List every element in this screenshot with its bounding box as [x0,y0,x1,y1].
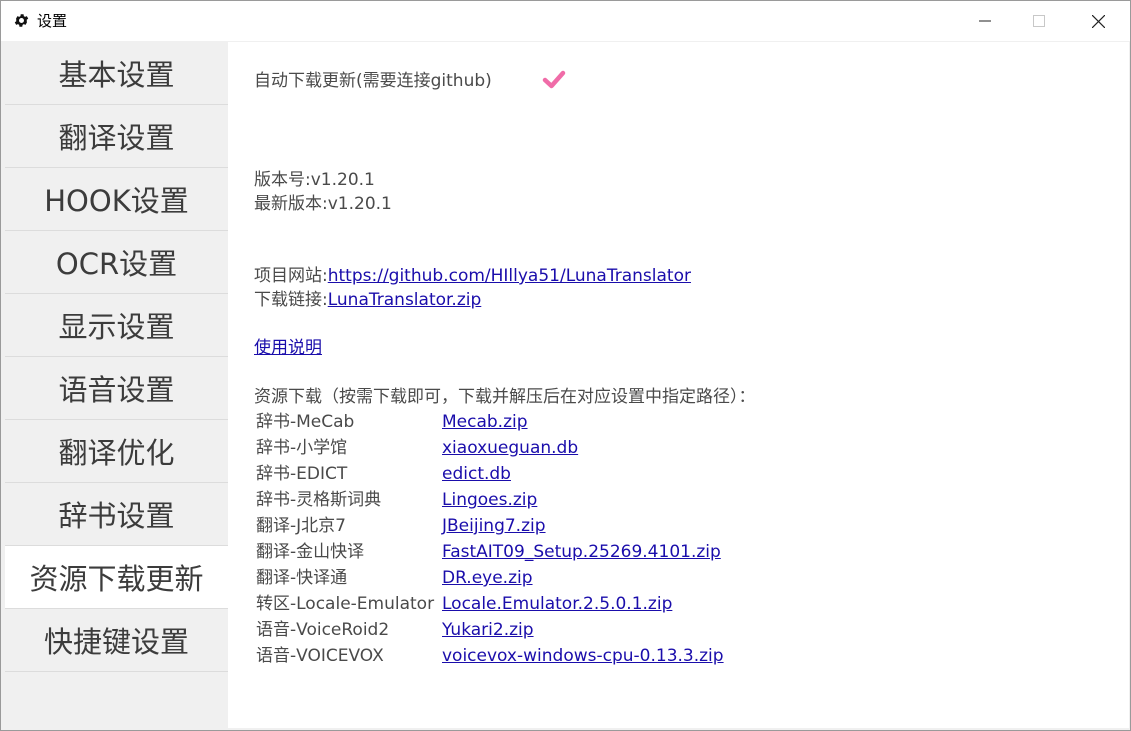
sidebar-item-resource-download-update[interactable]: 资源下载更新 [5,546,228,609]
resource-download-panel: 自动下载更新(需要连接github) 版本号:v1.20.1 最新版本:v1.2… [228,42,1129,728]
resource-name: 转区-Locale-Emulator [256,594,435,614]
resource-link[interactable]: Locale.Emulator.2.5.0.1.zip [442,594,672,614]
resource-name: 翻译-快译通 [256,568,348,588]
auto-update-label: 自动下载更新(需要连接github) [254,71,492,91]
minimize-button[interactable] [956,1,1014,41]
resource-name: 辞书-MeCab [256,412,355,432]
resource-link[interactable]: edict.db [442,464,511,484]
resource-row: 翻译-快译通 DR.eye.zip [256,567,533,589]
usage-link[interactable]: 使用说明 [254,338,322,358]
project-site-row: 项目网站:https://github.com/HIllya51/LunaTra… [254,265,691,287]
resource-link[interactable]: xiaoxueguan.db [442,438,578,458]
settings-sidebar: 基本设置 翻译设置 HOOK设置 OCR设置 显示设置 语音设置 翻译优化 辞书… [5,42,228,728]
resource-row: 翻译-金山快译 FastAIT09_Setup.25269.4101.zip [256,541,721,563]
download-link-label: 下载链接: [254,290,328,310]
maximize-icon [1033,15,1045,27]
resource-row: 转区-Locale-Emulator Locale.Emulator.2.5.0.… [256,593,672,615]
resource-link[interactable]: Mecab.zip [442,412,528,432]
auto-update-checkbox[interactable] [542,70,566,90]
resource-name: 辞书-灵格斯词典 [256,490,382,510]
window-title: 设置 [37,12,68,30]
sidebar-item-hotkey-settings[interactable]: 快捷键设置 [5,609,228,672]
gear-icon [14,14,29,27]
resource-name: 翻译-J北京7 [256,516,346,536]
resource-name: 语音-VoiceRoid2 [256,620,390,640]
download-link-row: 下载链接:LunaTranslator.zip [254,289,481,311]
close-button[interactable] [1069,1,1127,41]
resource-row: 辞书-EDICT edict.db [256,463,511,485]
resource-link[interactable]: Lingoes.zip [442,490,537,510]
download-link[interactable]: LunaTranslator.zip [328,290,482,310]
sidebar-item-display-settings[interactable]: 显示设置 [5,294,228,357]
current-version: 版本号:v1.20.1 [254,170,375,190]
sidebar-item-dictionary-settings[interactable]: 辞书设置 [5,483,228,546]
resource-link[interactable]: Yukari2.zip [442,620,534,640]
resource-link[interactable]: JBeijing7.zip [442,516,546,536]
title-bar[interactable]: 设置 [1,1,1130,41]
resource-name: 语音-VOICEVOX [256,646,384,666]
resource-link[interactable]: DR.eye.zip [442,568,533,588]
resource-name: 翻译-金山快译 [256,542,365,562]
resource-row: 辞书-MeCab Mecab.zip [256,411,528,433]
sidebar-item-translation-settings[interactable]: 翻译设置 [5,105,228,168]
resource-row: 辞书-灵格斯词典 Lingoes.zip [256,489,537,511]
resource-name: 辞书-小学馆 [256,438,348,458]
project-site-label: 项目网站: [254,266,328,286]
maximize-button[interactable] [1010,1,1068,41]
resource-name: 辞书-EDICT [256,464,348,484]
sidebar-item-translation-optimization[interactable]: 翻译优化 [5,420,228,483]
resource-row: 语音-VoiceRoid2 Yukari2.zip [256,619,534,641]
sidebar-item-voice-settings[interactable]: 语音设置 [5,357,228,420]
resource-row: 辞书-小学馆 xiaoxueguan.db [256,437,578,459]
resources-header: 资源下载（按需下载即可，下载并解压后在对应设置中指定路径）： [254,387,756,407]
sidebar-item-ocr-settings[interactable]: OCR设置 [5,231,228,294]
settings-window: 设置 基本设置 翻译设置 HOOK设置 OCR设置 显示设置 语音设置 翻译优化… [0,0,1131,731]
sidebar-item-hook-settings[interactable]: HOOK设置 [5,168,228,231]
resource-link[interactable]: voicevox-windows-cpu-0.13.3.zip [442,646,724,666]
latest-version: 最新版本:v1.20.1 [254,194,392,214]
minimize-icon [979,20,991,22]
usage-row: 使用说明 [254,337,322,359]
close-icon [1091,14,1105,28]
sidebar-item-basic-settings[interactable]: 基本设置 [5,42,228,105]
resource-row: 语音-VOICEVOX voicevox-windows-cpu-0.13.3.z… [256,645,724,667]
resource-link[interactable]: FastAIT09_Setup.25269.4101.zip [442,542,721,562]
project-site-link[interactable]: https://github.com/HIllya51/LunaTranslat… [328,266,691,286]
resource-row: 翻译-J北京7 JBeijing7.zip [256,515,546,537]
